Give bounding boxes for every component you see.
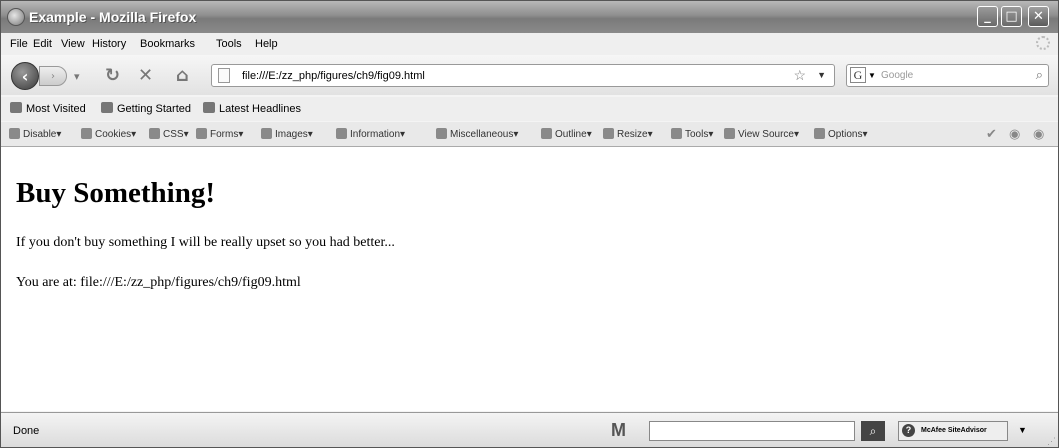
search-bar[interactable]: G ▼ Google ⌕ xyxy=(846,64,1049,87)
bookmark-label: Getting Started xyxy=(117,103,191,115)
title-bar: Example - Mozilla Firefox _ □ ✕ xyxy=(1,1,1058,33)
resize-grip-icon[interactable]: ⋰ xyxy=(1047,436,1056,447)
dev-options[interactable]: Options▾ xyxy=(814,128,868,140)
dev-miscellaneous[interactable]: Miscellaneous▾ xyxy=(436,128,518,140)
dev-images[interactable]: Images▾ xyxy=(261,128,313,140)
status-circle-icon[interactable]: ◉ xyxy=(1033,126,1044,142)
folder-icon xyxy=(10,102,22,113)
url-dropdown-icon[interactable]: ▼ xyxy=(817,70,826,80)
bookmark-star-icon[interactable]: ☆ xyxy=(793,67,806,84)
resize-icon xyxy=(603,128,614,139)
history-dropdown-icon[interactable]: ▾ xyxy=(74,70,80,83)
status-circle-icon[interactable]: ◉ xyxy=(1009,126,1020,142)
mcafee-siteadvisor-button[interactable]: ? McAfee SiteAdvisor xyxy=(898,421,1008,441)
page-icon xyxy=(218,68,230,83)
home-icon[interactable]: ⌂ xyxy=(176,65,189,86)
dev-css[interactable]: CSS▾ xyxy=(149,128,189,140)
dev-label: Disable xyxy=(23,129,57,140)
reload-icon[interactable]: ↻ xyxy=(105,65,120,86)
close-button[interactable]: ✕ xyxy=(1028,6,1049,27)
help-icon: ? xyxy=(902,424,915,437)
status-text: Done xyxy=(13,425,40,437)
dev-label: Forms xyxy=(210,129,239,140)
search-engine-dropdown-icon[interactable]: ▼ xyxy=(868,71,876,80)
mcafee-dropdown-icon[interactable]: ▼ xyxy=(1018,425,1027,435)
maximize-button[interactable]: □ xyxy=(1001,6,1022,27)
url-text[interactable]: file:///E:/zz_php/figures/ch9/fig09.html xyxy=(242,70,425,82)
page-heading: Buy Something! xyxy=(16,177,216,209)
status-search-input[interactable] xyxy=(649,421,855,441)
view-source-icon xyxy=(724,128,735,139)
location-text: You are at: file:///E:/zz_php/figures/ch… xyxy=(16,275,301,290)
rss-icon xyxy=(203,102,215,113)
options-icon xyxy=(814,128,825,139)
dev-label: Resize xyxy=(617,129,648,140)
dev-label: Options xyxy=(828,129,863,140)
checkmark-icon[interactable]: ✔ xyxy=(986,126,997,142)
miscellaneous-icon xyxy=(436,128,447,139)
menu-view[interactable]: View xyxy=(61,38,85,50)
m-logo-icon[interactable]: M xyxy=(611,420,626,441)
tools-icon xyxy=(671,128,682,139)
menu-bookmarks[interactable]: Bookmarks xyxy=(140,38,195,50)
browser-window: Example - Mozilla Firefox _ □ ✕ File Edi… xyxy=(0,0,1059,448)
dev-label: Outline xyxy=(555,129,587,140)
dev-label: CSS xyxy=(163,129,184,140)
page-paragraph: If you don't buy something I will be rea… xyxy=(16,235,395,250)
dev-label: Information xyxy=(350,129,401,140)
bookmark-latest-headlines[interactable]: Latest Headlines xyxy=(203,102,301,115)
cookies-icon xyxy=(81,128,92,139)
disable-icon xyxy=(9,128,20,139)
images-icon xyxy=(261,128,272,139)
status-bar: Done M ⌕ ? McAfee SiteAdvisor ▼ ⋰ xyxy=(1,412,1058,447)
search-icon[interactable]: ⌕ xyxy=(1036,67,1043,83)
dev-outline[interactable]: Outline▾ xyxy=(541,128,592,140)
menu-history[interactable]: History xyxy=(92,38,126,50)
url-bar[interactable]: file:///E:/zz_php/figures/ch9/fig09.html… xyxy=(211,64,835,87)
bookmark-label: Most Visited xyxy=(26,103,86,115)
dev-cookies[interactable]: Cookies▾ xyxy=(81,128,136,140)
firefox-icon xyxy=(7,8,25,26)
menu-bar: File Edit View History Bookmarks Tools H… xyxy=(1,33,1058,55)
menu-help[interactable]: Help xyxy=(255,38,278,50)
bookmark-most-visited[interactable]: Most Visited xyxy=(10,102,86,115)
dev-label: View Source xyxy=(738,129,794,140)
bookmark-label: Latest Headlines xyxy=(219,103,301,115)
dev-label: Cookies xyxy=(95,129,132,140)
forms-icon xyxy=(196,128,207,139)
stop-icon[interactable]: ✕ xyxy=(138,65,153,86)
outline-icon xyxy=(541,128,552,139)
css-icon xyxy=(149,128,160,139)
dev-resize[interactable]: Resize▾ xyxy=(603,128,653,140)
web-developer-toolbar: Disable▾ Cookies▾ CSS▾ Forms▾ Images▾ In… xyxy=(1,122,1058,147)
throbber-icon xyxy=(1036,36,1050,50)
mcafee-label: McAfee SiteAdvisor xyxy=(921,427,987,434)
search-input[interactable]: Google xyxy=(881,70,913,81)
forward-button[interactable]: › xyxy=(39,66,67,86)
dev-information[interactable]: Information▾ xyxy=(336,128,405,140)
dev-label: Tools xyxy=(685,129,709,140)
dev-view-source[interactable]: View Source▾ xyxy=(724,128,799,140)
dev-forms[interactable]: Forms▾ xyxy=(196,128,243,140)
window-title: Example - Mozilla Firefox xyxy=(29,9,197,25)
menu-file[interactable]: File xyxy=(10,38,28,50)
minimize-button[interactable]: _ xyxy=(977,6,998,27)
information-icon xyxy=(336,128,347,139)
dev-label: Images xyxy=(275,129,308,140)
dev-disable[interactable]: Disable▾ xyxy=(9,128,61,140)
search-engine-icon[interactable]: G xyxy=(850,67,866,83)
dev-tools[interactable]: Tools▾ xyxy=(671,128,713,140)
dev-label: Miscellaneous xyxy=(450,129,514,140)
bookmark-getting-started[interactable]: Getting Started xyxy=(101,102,191,115)
menu-tools[interactable]: Tools xyxy=(216,38,242,50)
status-search-button[interactable]: ⌕ xyxy=(861,421,885,441)
menu-edit[interactable]: Edit xyxy=(33,38,52,50)
page-content: Buy Something! If you don't buy somethin… xyxy=(1,147,1058,411)
firefox-bookmark-icon xyxy=(101,102,113,113)
back-button[interactable]: ‹ xyxy=(11,62,39,90)
navigation-toolbar: ‹ › ▾ ↻ ✕ ⌂ file:///E:/zz_php/figures/ch… xyxy=(1,55,1058,95)
bookmarks-toolbar: Most Visited Getting Started Latest Head… xyxy=(1,97,1058,121)
